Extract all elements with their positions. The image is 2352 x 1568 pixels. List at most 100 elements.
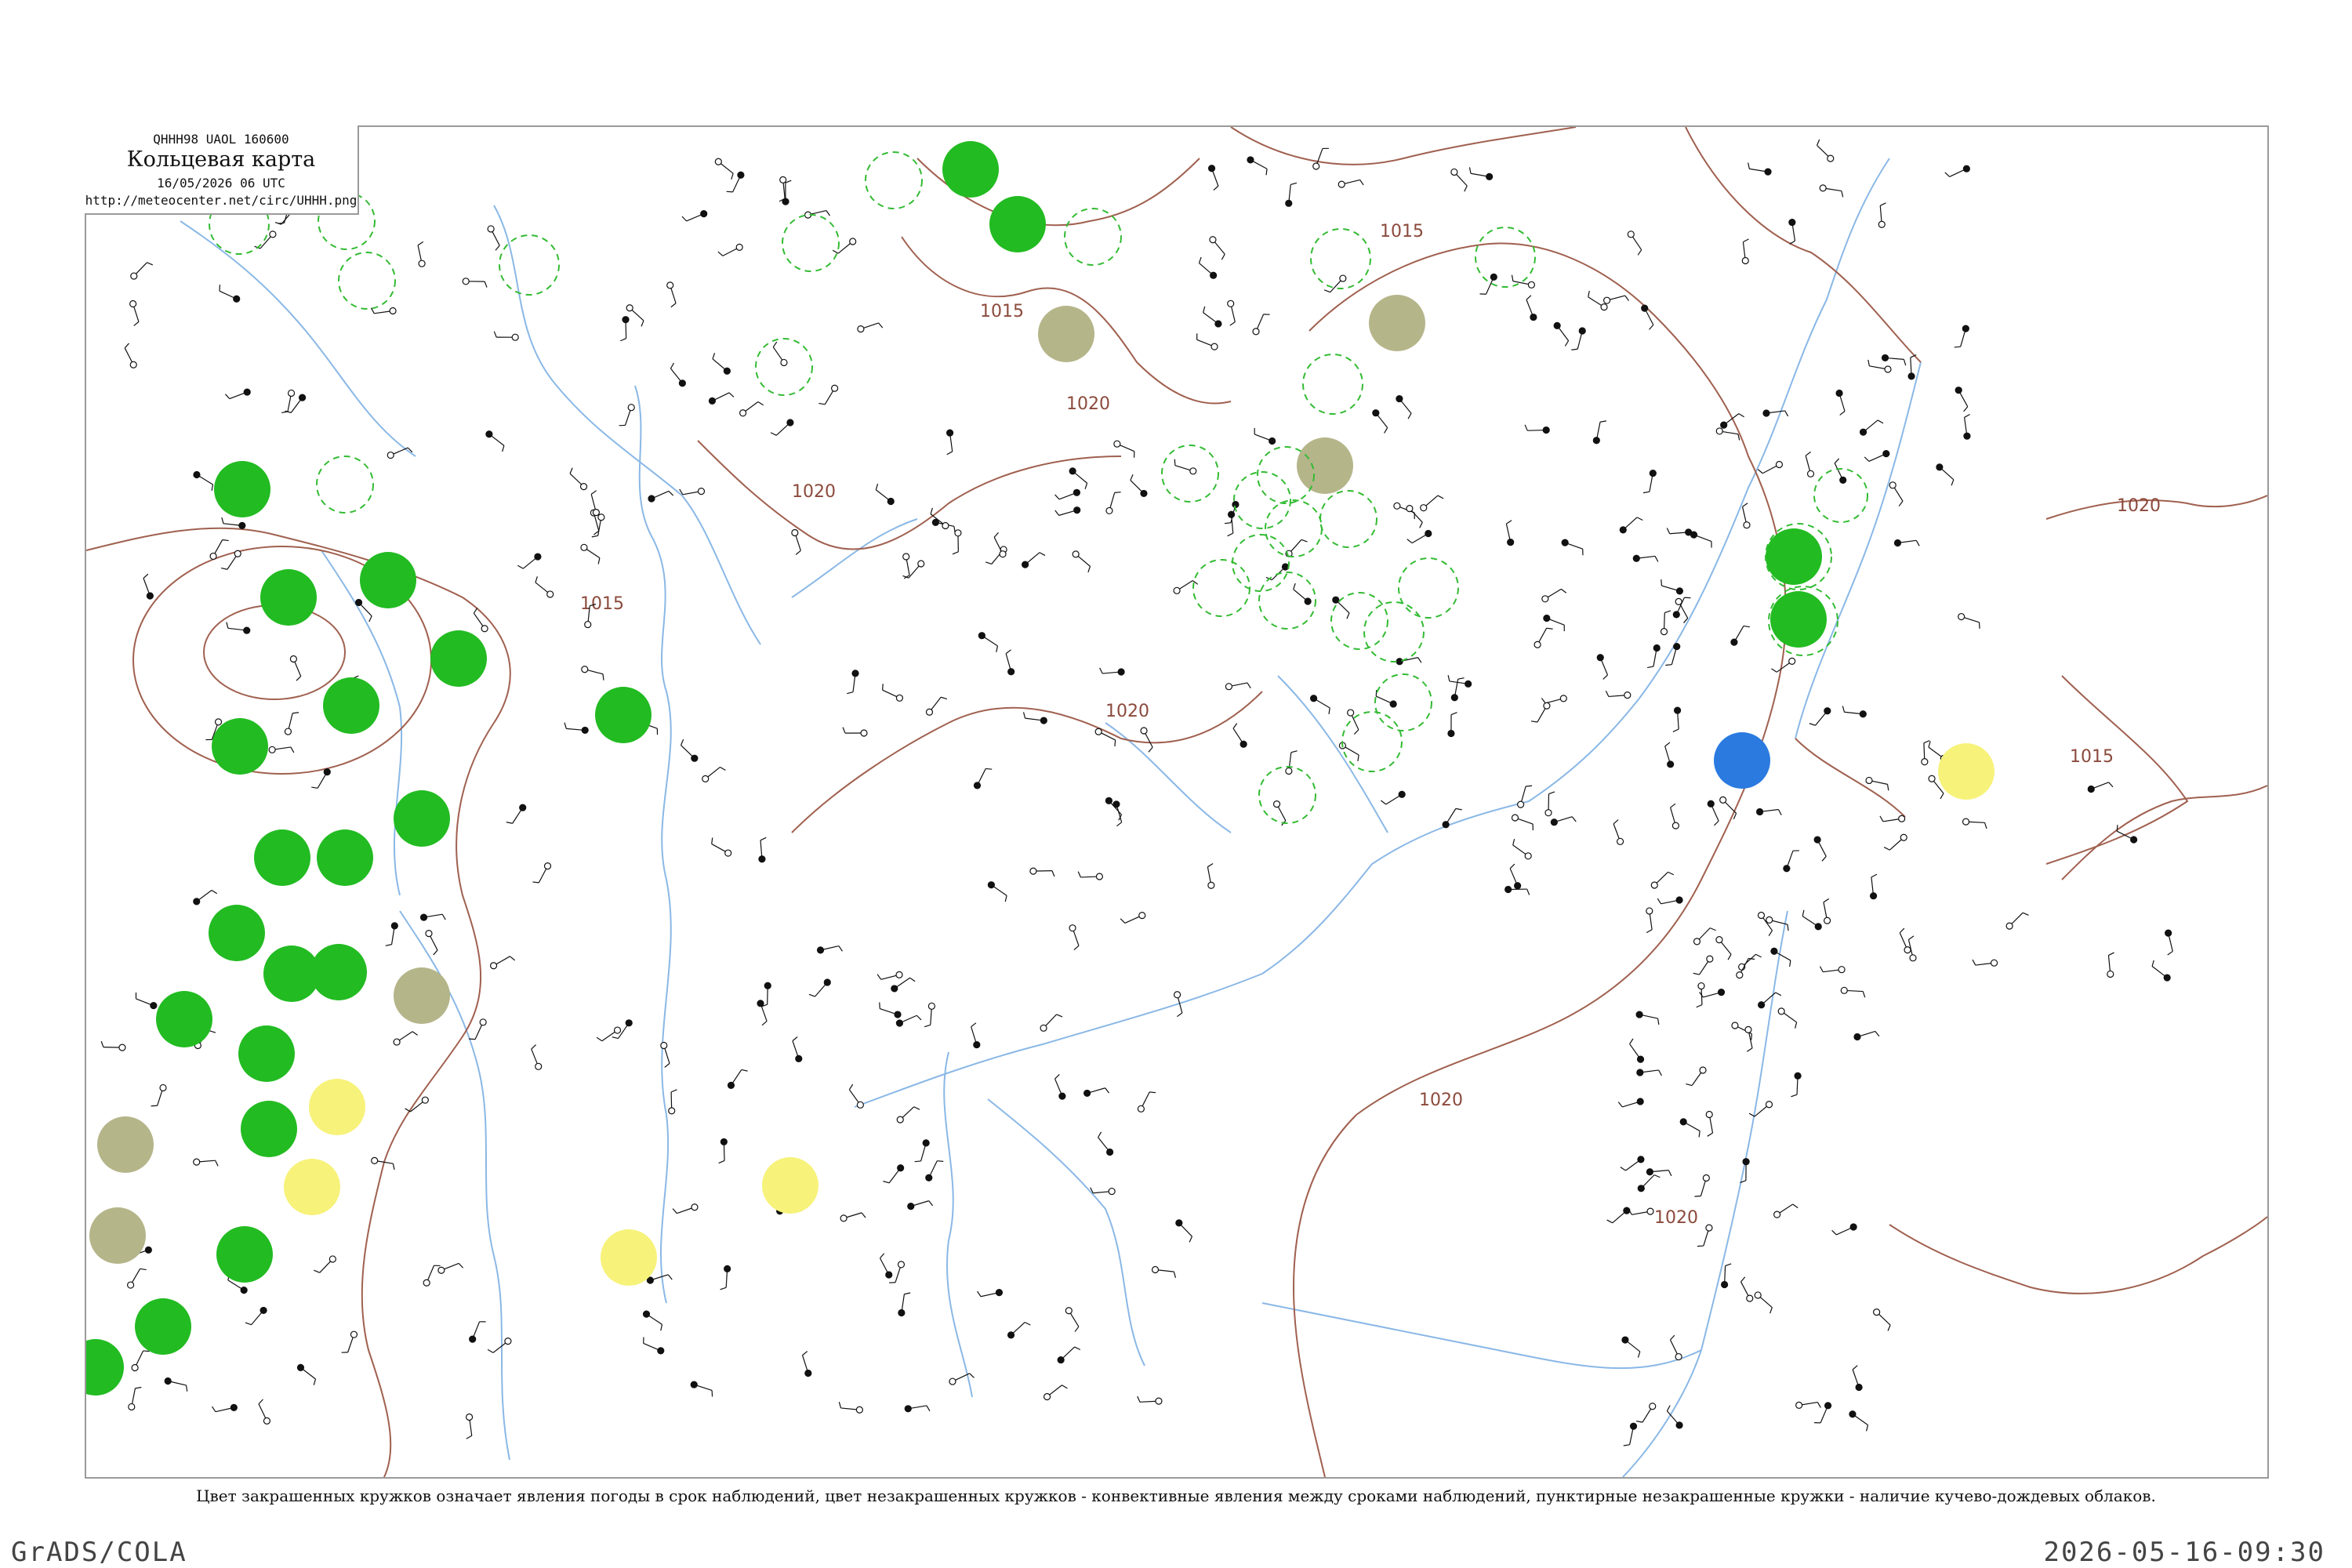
wind-barb-feather — [1694, 1195, 1701, 1197]
station-circle — [860, 729, 868, 737]
station-circle — [1207, 881, 1215, 889]
wind-barb-feather — [861, 1212, 866, 1218]
wind-barb-feather — [1784, 410, 1789, 417]
wind-barb-feather — [1880, 202, 1886, 206]
wind-barb-feather — [718, 1160, 725, 1164]
station-circle — [469, 1335, 477, 1343]
station-plot — [211, 1403, 238, 1413]
wind-barb-feather — [924, 1024, 931, 1028]
station-plot — [643, 1337, 665, 1355]
station-plot — [1606, 1207, 1631, 1224]
station-circle — [1865, 776, 1873, 785]
station-plot — [1852, 1365, 1863, 1392]
station-circle — [954, 529, 962, 537]
station-circle — [1898, 815, 1906, 822]
wind-barb-feather — [1668, 871, 1675, 876]
wind-barb-feather — [996, 645, 999, 652]
station-circle — [1649, 1403, 1657, 1410]
isobar-label: 1015 — [580, 594, 624, 614]
station-circle — [1578, 327, 1586, 335]
station-plot — [1526, 295, 1537, 321]
station-circle — [855, 1406, 863, 1414]
wind-barb-feather — [1668, 1170, 1672, 1177]
wind-barb-feather — [1748, 162, 1750, 169]
wind-barb-feather — [532, 881, 539, 884]
wind-barb-feather — [2108, 782, 2114, 788]
wind-barb-feather — [1657, 1018, 1660, 1025]
wind-barb-feather — [215, 1160, 219, 1167]
wind-barb-feather — [1054, 510, 1060, 516]
wind-barb-feather — [1526, 295, 1532, 300]
wind-barb-feather — [1940, 793, 1944, 800]
isobar-label: 1020 — [1105, 702, 1149, 721]
station-plot — [726, 171, 745, 193]
station-plot — [1889, 481, 1904, 506]
wind-barb-feather — [1137, 1396, 1141, 1403]
wind-barb-feather — [878, 322, 884, 328]
station-plot — [1627, 230, 1642, 256]
station-plot — [1646, 1168, 1672, 1177]
station-plot — [668, 1089, 677, 1115]
haze-marker — [601, 1229, 657, 1286]
station-plot — [848, 1083, 864, 1109]
cb-marker — [1064, 208, 1122, 266]
station-circle — [627, 404, 635, 412]
station-plot — [1619, 517, 1643, 534]
wind-barb-feather — [1207, 862, 1214, 868]
station-circle — [1773, 1210, 1781, 1218]
rain-marker — [942, 141, 999, 198]
station-circle — [1040, 717, 1047, 724]
station-circle — [1105, 506, 1113, 515]
station-plot — [902, 553, 910, 579]
station-circle — [1921, 758, 1929, 766]
isobar-1020-north — [697, 440, 1122, 550]
wind-barb-feather — [1657, 898, 1662, 905]
wind-barb-feather — [1875, 1031, 1880, 1037]
station-plot — [1247, 156, 1268, 176]
wind-barb-feather — [100, 1040, 104, 1047]
station-plot — [717, 243, 743, 256]
station-plot — [679, 487, 706, 495]
station-circle — [1398, 790, 1406, 798]
station-circle — [1758, 1001, 1766, 1009]
station-plot — [1641, 304, 1654, 330]
station-circle — [1743, 521, 1751, 529]
station-plot — [130, 262, 154, 280]
station-circle — [895, 694, 904, 702]
station-circle — [1544, 809, 1552, 817]
station-circle — [999, 550, 1007, 558]
station-circle — [1765, 1101, 1773, 1109]
station-plot — [896, 1106, 920, 1123]
station-circle — [2005, 922, 2013, 930]
station-circle — [1859, 428, 1867, 436]
wind-barb-feather — [795, 550, 801, 555]
wind-barb-feather — [1802, 909, 1805, 916]
station-plot — [128, 1386, 142, 1411]
station-circle — [1840, 986, 1848, 994]
wind-barb-feather — [412, 1031, 418, 1036]
wind-barb-feather — [1733, 813, 1737, 819]
station-circle — [1285, 199, 1293, 207]
station-plot — [1054, 1074, 1066, 1100]
station-circle — [1777, 1007, 1785, 1015]
fog-marker — [97, 1116, 154, 1173]
station-plot — [898, 1292, 911, 1317]
station-circle — [1504, 885, 1512, 894]
station-circle — [390, 922, 398, 930]
station-plot — [1741, 238, 1749, 265]
wind-barb-feather — [1189, 1236, 1193, 1243]
station-circle — [389, 307, 397, 315]
wind-barb-feather — [1455, 808, 1462, 811]
station-plot — [1105, 797, 1123, 821]
wind-barb-feather — [1658, 1069, 1662, 1076]
station-circle — [287, 389, 296, 397]
station-circle — [831, 384, 839, 392]
station-circle — [1730, 638, 1738, 646]
wind-barb-feather — [258, 1399, 263, 1405]
wind-barb-feather — [466, 1435, 473, 1439]
station-plot — [268, 746, 295, 753]
station-plot — [978, 632, 999, 652]
station-plot — [1955, 387, 1969, 412]
station-circle — [150, 1002, 158, 1010]
station-circle — [2163, 974, 2171, 982]
